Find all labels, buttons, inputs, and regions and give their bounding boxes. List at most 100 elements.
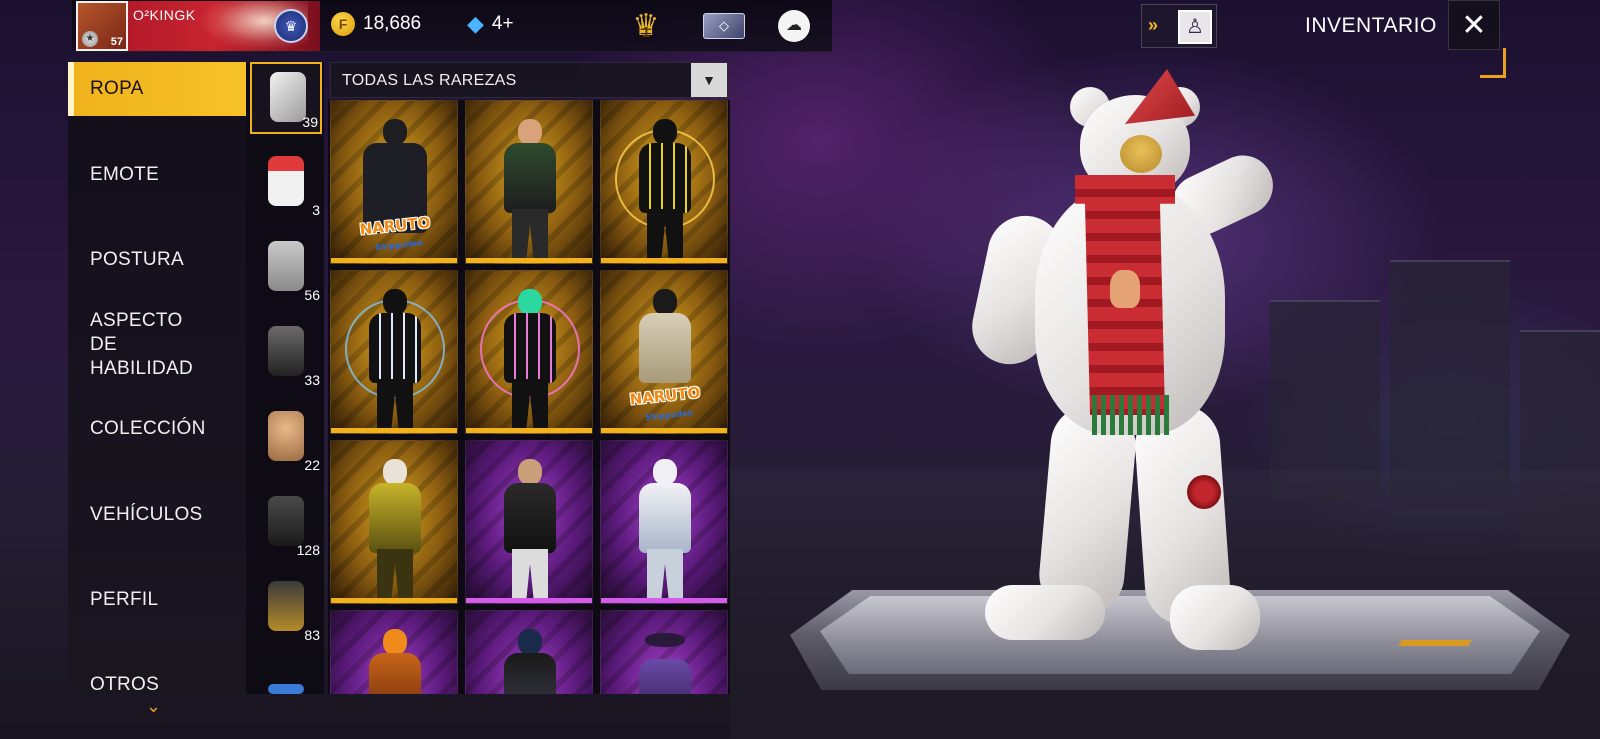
category-emote[interactable]: EMOTE xyxy=(68,162,246,188)
category-vehiculos[interactable]: VEHÍCULOS xyxy=(68,502,246,528)
item-count: 83 xyxy=(304,627,320,643)
figure-body xyxy=(639,313,691,383)
rarity-bar xyxy=(331,258,457,263)
item-count: 56 xyxy=(304,287,320,303)
rarity-bar xyxy=(601,598,727,603)
item-card-neon-blue[interactable] xyxy=(330,270,458,434)
outfit-figure xyxy=(637,119,693,259)
top-icon xyxy=(268,496,304,546)
diamond-balance[interactable]: ◆ 4+ xyxy=(467,12,514,36)
item-grid: NARUTO Shippuden NARUTO Shippuden xyxy=(328,100,730,694)
item-card-itachi-naruto[interactable]: NARUTO Shippuden xyxy=(330,100,458,264)
category-label: PERFIL xyxy=(90,589,159,610)
close-icon[interactable]: ✕ xyxy=(1448,0,1500,50)
player-avatar[interactable]: ★ 57 xyxy=(76,1,128,51)
outfit-icon xyxy=(270,72,306,122)
category-ropa[interactable]: ROPA xyxy=(68,62,246,116)
membership-card-icon[interactable]: ◇ xyxy=(703,13,745,39)
red-patch xyxy=(1187,475,1221,509)
category-aspecto-de-habilidad[interactable]: ASPECTO DE HABILIDAD xyxy=(68,310,208,379)
bear-foot xyxy=(985,585,1105,640)
outfit-figure xyxy=(502,459,558,599)
figure-body xyxy=(504,143,556,213)
figure-head xyxy=(653,289,677,315)
figure-legs xyxy=(647,209,683,259)
figure-body xyxy=(504,653,556,694)
item-card-cowboy-hat[interactable] xyxy=(600,610,728,694)
figure-head xyxy=(518,289,542,315)
subcategory-costume[interactable]: 3 xyxy=(250,148,322,220)
pass-level-crown-icon[interactable]: ♛ 1 xyxy=(626,8,666,44)
subcategory-hair[interactable]: 56 xyxy=(250,233,322,305)
gold-balance[interactable]: F 18,686 xyxy=(331,12,421,36)
outfit-figure xyxy=(367,289,423,429)
subcategory-top[interactable]: 128 xyxy=(250,488,322,560)
dropdown-arrow-icon[interactable]: ▼ xyxy=(691,63,727,97)
category-postura[interactable]: POSTURA xyxy=(68,247,246,273)
item-card-white-hood[interactable] xyxy=(600,440,728,604)
subcategory-shoes[interactable] xyxy=(250,658,322,694)
figure-legs xyxy=(377,549,413,599)
chevron-down-icon[interactable]: ⌄ xyxy=(146,696,161,717)
rarity-bar xyxy=(601,258,727,263)
player-banner[interactable]: O²KINGK ♛ xyxy=(128,1,320,51)
cloud-download-icon[interactable]: ☁ xyxy=(778,10,810,42)
item-card-neon-pink[interactable] xyxy=(465,270,593,434)
rarity-filter-dropdown[interactable]: TODAS LAS RAREZAS ▼ xyxy=(330,62,728,98)
figure-head xyxy=(518,459,542,485)
category-label: VEHÍCULOS xyxy=(90,504,203,525)
figure-legs xyxy=(512,379,548,429)
item-count: 22 xyxy=(304,457,320,473)
player-name: O²KINGK xyxy=(133,7,196,23)
outfit-figure xyxy=(502,119,558,259)
figure-head xyxy=(383,459,407,485)
figure-body xyxy=(504,483,556,553)
pass-level: 1 xyxy=(641,24,651,41)
category-label: OTROS xyxy=(90,674,160,695)
character-portrait-icon: ♙ xyxy=(1178,10,1212,44)
figure-body xyxy=(369,483,421,553)
figure-head xyxy=(383,629,407,655)
diamond-amount: 4+ xyxy=(491,13,514,34)
item-card-orochimaru-naruto[interactable]: NARUTO Shippuden xyxy=(600,270,728,434)
subcategory-mask[interactable]: 33 xyxy=(250,318,322,390)
item-card-gold-warrior[interactable] xyxy=(330,440,458,604)
rarity-bar xyxy=(466,428,592,433)
outfit-figure xyxy=(502,629,558,694)
category-perfil[interactable]: PERFIL xyxy=(68,587,246,613)
item-card-green-fighter[interactable] xyxy=(465,100,593,264)
category-otros[interactable]: OTROS xyxy=(68,672,246,698)
item-card-dark-vest[interactable] xyxy=(465,440,593,604)
collab-subtitle: Shippuden xyxy=(644,408,694,423)
switch-character-button[interactable]: » ♙ xyxy=(1141,4,1217,48)
category-label: EMOTE xyxy=(90,164,160,185)
diamond-icon: ◆ xyxy=(467,11,484,36)
rank-icon: ★ xyxy=(82,31,98,47)
double-chevron-icon: » xyxy=(1148,15,1159,35)
gingerbread-patch xyxy=(1110,270,1140,308)
head-icon xyxy=(268,411,304,461)
item-count: 128 xyxy=(296,542,320,558)
outfit-figure xyxy=(367,629,423,694)
figure-legs xyxy=(647,549,683,599)
subcategory-outfit[interactable]: 39 xyxy=(250,62,322,134)
guild-badge-icon[interactable]: ♛ xyxy=(274,9,308,43)
category-coleccion[interactable]: COLECCIÓN xyxy=(68,416,246,442)
figure-head xyxy=(653,459,677,485)
subcategory-head[interactable]: 22 xyxy=(250,403,322,475)
mask-icon xyxy=(268,326,304,376)
figure-body xyxy=(369,653,421,694)
figure-head xyxy=(653,119,677,145)
character-preview[interactable] xyxy=(965,69,1285,655)
costume-icon xyxy=(268,156,304,206)
item-card-neon-yellow[interactable] xyxy=(600,100,728,264)
subcategory-bottom[interactable]: 83 xyxy=(250,573,322,645)
item-card-fire-hair[interactable] xyxy=(330,610,458,694)
outfit-figure xyxy=(637,459,693,599)
rarity-bar xyxy=(331,598,457,603)
figure-body xyxy=(639,483,691,553)
page-title: INVENTARIO xyxy=(1305,14,1437,37)
category-label: COLECCIÓN xyxy=(90,418,206,439)
bottom-icon xyxy=(268,581,304,631)
item-card-blue-mask[interactable] xyxy=(465,610,593,694)
